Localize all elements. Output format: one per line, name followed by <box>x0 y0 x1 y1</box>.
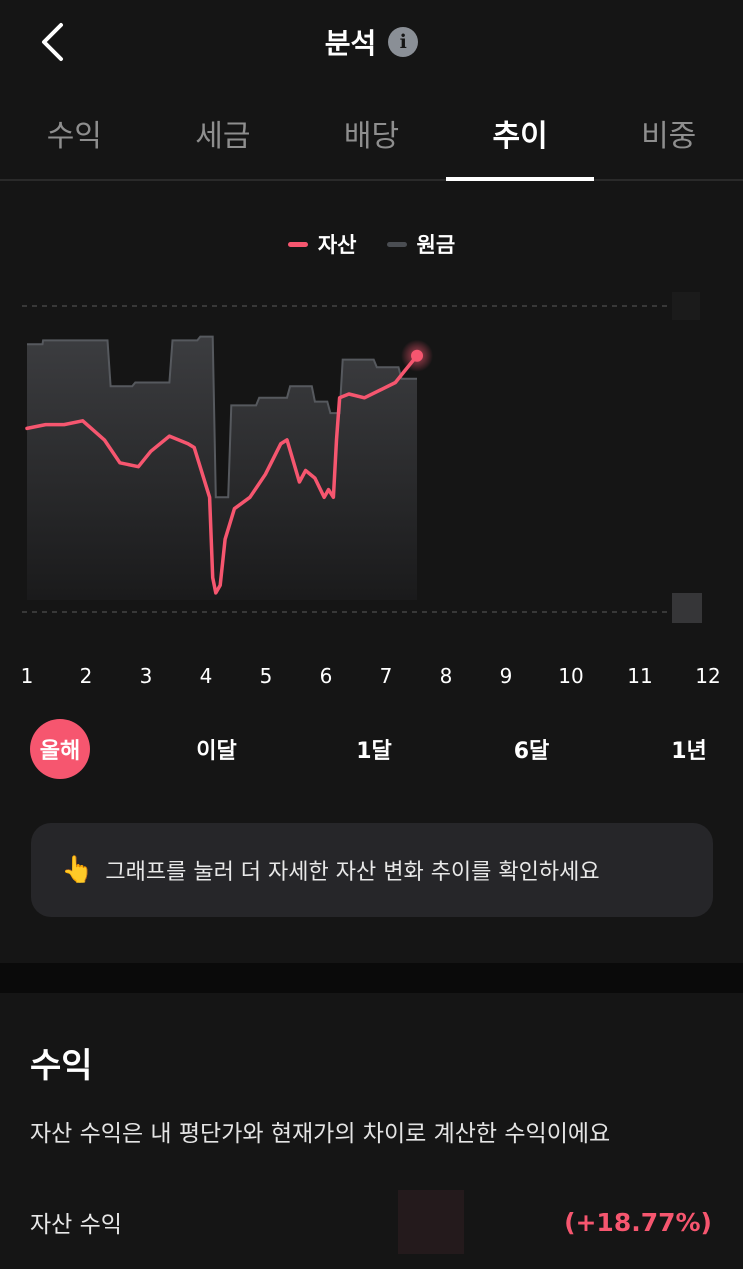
month-tick-4: 4 <box>199 664 213 688</box>
range-selector: 올해 이달 1달 6달 1년 <box>30 718 720 780</box>
tab-weight[interactable]: 비중 <box>594 96 743 179</box>
month-tick-6: 6 <box>319 664 333 688</box>
month-tick-5: 5 <box>259 664 273 688</box>
tip-text: 그래프를 눌러 더 자세한 자산 변화 추이를 확인하세요 <box>105 860 600 885</box>
month-tick-9: 9 <box>499 664 513 688</box>
page-title: 분석 <box>324 27 377 60</box>
month-tick-7: 7 <box>379 664 393 688</box>
month-axis: 1 2 3 4 5 6 7 8 9 10 11 12 <box>0 664 743 694</box>
range-this-year[interactable]: 올해 <box>30 719 90 779</box>
tip-banner: 👆 그래프를 눌러 더 자세한 자산 변화 추이를 확인하세요 <box>31 823 713 917</box>
pointing-finger-icon: 👆 <box>61 855 94 885</box>
range-1-year[interactable]: 1년 <box>658 720 720 778</box>
legend-label-principal: 원금 <box>416 233 456 257</box>
profit-section-desc: 자산 수익은 내 평단가와 현재가의 차이로 계산한 수익이에요 <box>30 1121 611 1147</box>
chart-legend: 자산 원금 <box>0 226 743 262</box>
month-tick-1: 1 <box>20 664 34 688</box>
tab-profit[interactable]: 수익 <box>0 96 149 179</box>
app-header: 분석 i <box>0 0 743 88</box>
month-tick-11: 11 <box>627 664 653 688</box>
month-tick-10: 10 <box>558 664 584 688</box>
month-tick-12: 12 <box>695 664 721 688</box>
title-wrap: 분석 i <box>0 22 743 62</box>
month-tick-8: 8 <box>439 664 453 688</box>
scale-marker-bottom <box>672 593 702 623</box>
legend-item-principal: 원금 <box>386 229 456 259</box>
tab-dividend[interactable]: 배당 <box>297 96 446 179</box>
month-tick-2: 2 <box>79 664 93 688</box>
legend-swatch-principal <box>386 241 407 247</box>
tab-trend[interactable]: 추이 <box>445 96 595 181</box>
tab-tax[interactable]: 세금 <box>149 96 298 179</box>
month-tick-3: 3 <box>139 664 153 688</box>
range-1-month[interactable]: 1달 <box>343 720 405 778</box>
legend-swatch-asset <box>287 241 308 247</box>
scale-marker-top <box>672 292 700 320</box>
tab-bar: 수익 세금 배당 추이 비중 <box>0 96 743 181</box>
legend-item-asset: 자산 <box>287 229 357 259</box>
trend-chart[interactable] <box>0 280 743 630</box>
asset-profit-row: 자산 수익 (+18.77%) <box>30 1190 712 1254</box>
profit-section-title: 수익 <box>30 1046 93 1086</box>
asset-profit-value: (+18.77%) <box>564 1207 712 1237</box>
info-icon[interactable]: i <box>388 27 419 57</box>
range-this-month[interactable]: 이달 <box>186 720 248 778</box>
asset-end-point <box>411 349 424 362</box>
legend-label-asset: 자산 <box>317 233 357 257</box>
section-divider <box>0 963 743 993</box>
asset-profit-label: 자산 수익 <box>30 1212 122 1238</box>
range-6-months[interactable]: 6달 <box>501 720 563 778</box>
